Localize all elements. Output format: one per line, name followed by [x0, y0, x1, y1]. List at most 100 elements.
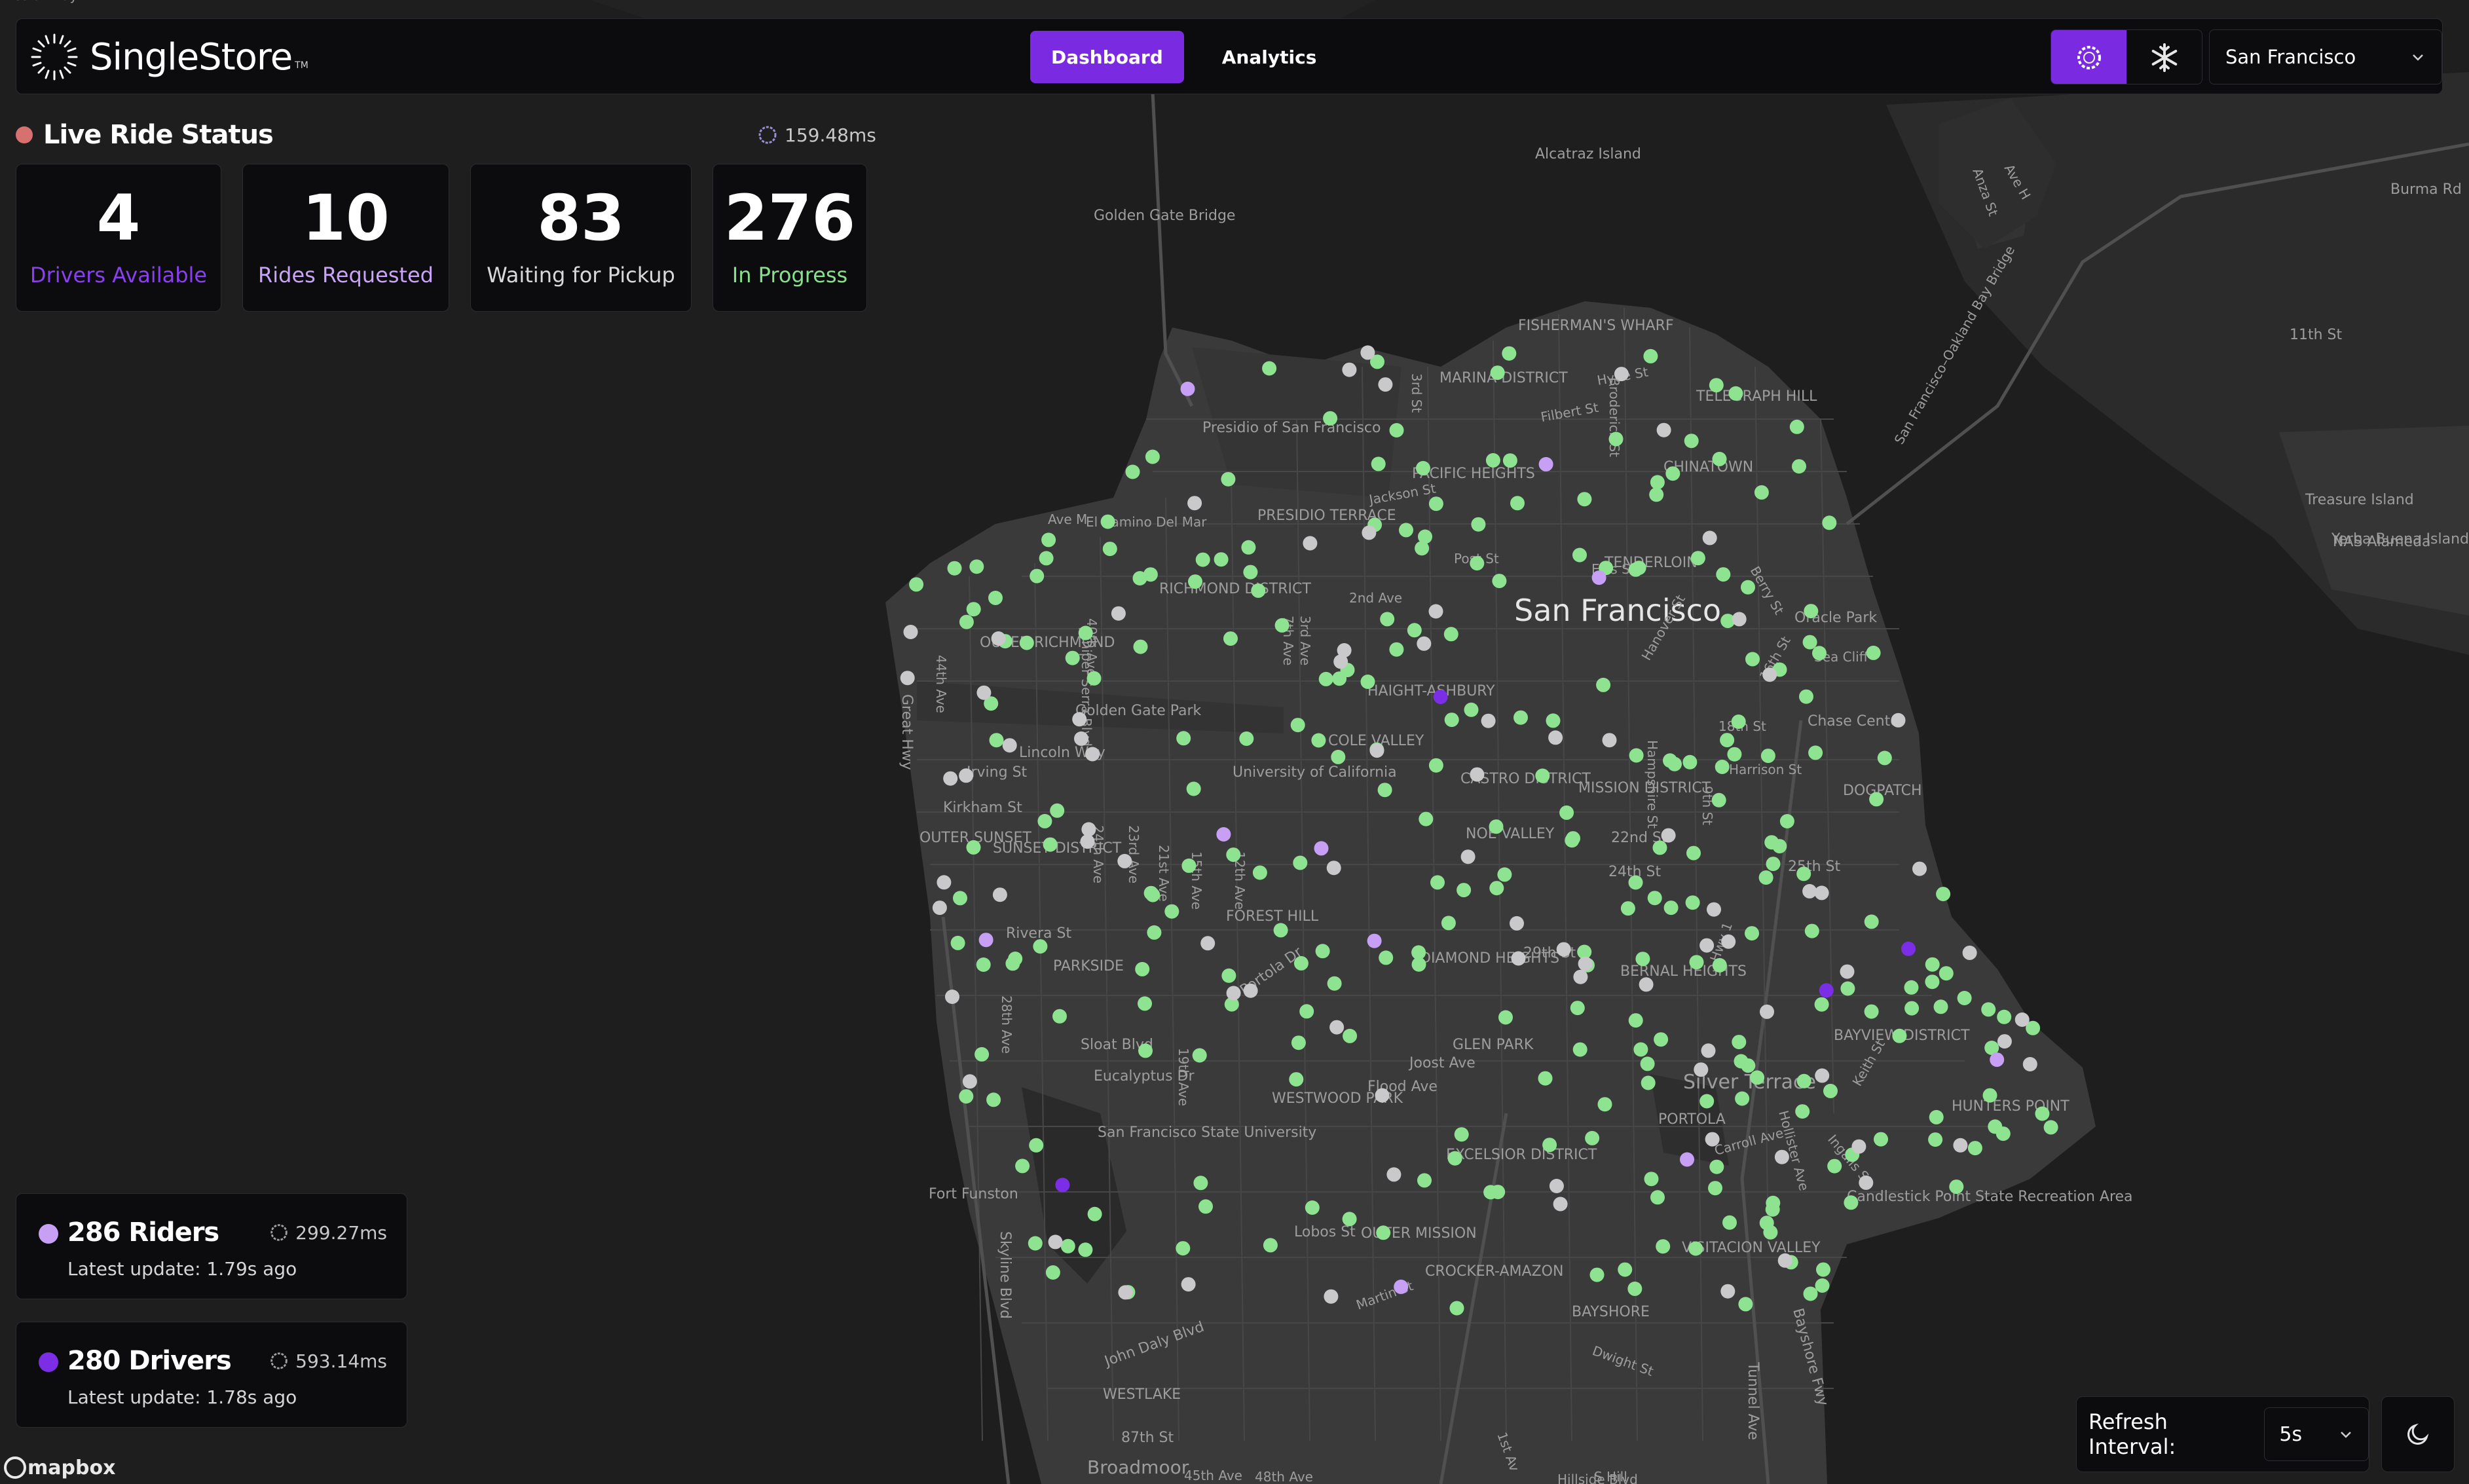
in-progress-marker[interactable] — [1379, 950, 1394, 965]
in-progress-marker[interactable] — [1037, 813, 1052, 828]
in-progress-marker[interactable] — [1226, 847, 1241, 863]
waiting-marker[interactable] — [1085, 747, 1100, 762]
waiting-marker[interactable] — [1701, 1043, 1716, 1058]
waiting-marker[interactable] — [1428, 604, 1443, 619]
in-progress-marker[interactable] — [1293, 855, 1308, 870]
waiting-marker[interactable] — [903, 625, 918, 639]
in-progress-marker[interactable] — [1949, 1179, 1964, 1195]
in-progress-marker[interactable] — [1039, 551, 1054, 566]
in-progress-marker[interactable] — [1060, 1238, 1075, 1253]
in-progress-marker[interactable] — [1078, 625, 1093, 640]
in-progress-marker[interactable] — [1086, 671, 1102, 686]
in-progress-marker[interactable] — [1492, 574, 1507, 589]
in-progress-marker[interactable] — [1498, 1010, 1513, 1025]
driver-marker[interactable] — [1433, 690, 1448, 705]
in-progress-marker[interactable] — [1489, 881, 1504, 896]
rider-marker[interactable] — [1538, 456, 1553, 472]
in-progress-marker[interactable] — [1371, 456, 1386, 472]
waiting-marker[interactable] — [1578, 956, 1593, 971]
in-progress-marker[interactable] — [1546, 713, 1561, 728]
in-progress-marker[interactable] — [1734, 1054, 1749, 1069]
in-progress-marker[interactable] — [1102, 542, 1117, 557]
in-progress-marker[interactable] — [1290, 718, 1305, 733]
waiting-marker[interactable] — [1707, 902, 1721, 917]
in-progress-marker[interactable] — [1735, 1091, 1750, 1106]
in-progress-marker[interactable] — [1939, 966, 1954, 981]
in-progress-marker[interactable] — [1866, 645, 1881, 660]
in-progress-marker[interactable] — [1766, 857, 1781, 872]
in-progress-marker[interactable] — [1502, 453, 1517, 468]
in-progress-marker[interactable] — [1572, 1042, 1587, 1057]
in-progress-marker[interactable] — [1716, 567, 1731, 582]
waiting-marker[interactable] — [1694, 1062, 1709, 1077]
in-progress-marker[interactable] — [1741, 580, 1755, 595]
waiting-marker[interactable] — [2014, 1012, 2030, 1027]
in-progress-marker[interactable] — [1925, 974, 1940, 990]
in-progress-marker[interactable] — [1874, 1132, 1888, 1147]
in-progress-marker[interactable] — [1982, 1088, 1997, 1103]
in-progress-marker[interactable] — [1502, 346, 1517, 361]
in-progress-marker[interactable] — [1444, 713, 1459, 728]
in-progress-marker[interactable] — [1252, 865, 1267, 880]
waiting-marker[interactable] — [1080, 834, 1095, 849]
waiting-marker[interactable] — [1460, 849, 1476, 864]
in-progress-marker[interactable] — [1289, 1072, 1304, 1087]
in-progress-marker[interactable] — [1430, 875, 1445, 890]
waiting-marker[interactable] — [1997, 1034, 2012, 1049]
waiting-marker[interactable] — [962, 1074, 977, 1089]
in-progress-marker[interactable] — [1804, 604, 1819, 619]
in-progress-marker[interactable] — [1864, 914, 1879, 929]
in-progress-marker[interactable] — [1709, 1159, 1724, 1174]
waiting-marker[interactable] — [1721, 934, 1736, 949]
in-progress-marker[interactable] — [1981, 1002, 1996, 1017]
in-progress-marker[interactable] — [1293, 955, 1309, 971]
in-progress-marker[interactable] — [1647, 891, 1662, 906]
in-progress-marker[interactable] — [950, 935, 965, 950]
in-progress-marker[interactable] — [1483, 1185, 1498, 1200]
in-progress-marker[interactable] — [1745, 652, 1760, 667]
waiting-marker[interactable] — [1556, 942, 1571, 957]
waiting-marker[interactable] — [1614, 367, 1629, 382]
in-progress-marker[interactable] — [1628, 875, 1643, 890]
in-progress-marker[interactable] — [1722, 1215, 1737, 1230]
in-progress-marker[interactable] — [1513, 710, 1528, 725]
in-progress-marker[interactable] — [1779, 814, 1794, 828]
in-progress-marker[interactable] — [1399, 523, 1413, 538]
in-progress-marker[interactable] — [1407, 623, 1422, 638]
in-progress-marker[interactable] — [1997, 1009, 2012, 1024]
waiting-marker[interactable] — [900, 671, 915, 686]
in-progress-marker[interactable] — [1243, 565, 1258, 580]
in-progress-marker[interactable] — [1804, 923, 1819, 938]
in-progress-marker[interactable] — [1176, 1241, 1191, 1256]
in-progress-marker[interactable] — [1577, 492, 1592, 507]
in-progress-marker[interactable] — [1360, 675, 1375, 689]
in-progress-marker[interactable] — [1816, 1262, 1830, 1277]
city-select[interactable]: San Francisco — [2209, 29, 2442, 84]
in-progress-marker[interactable] — [1936, 887, 1951, 902]
in-progress-marker[interactable] — [1428, 496, 1443, 511]
in-progress-marker[interactable] — [1214, 552, 1229, 567]
theme-toggle-button[interactable] — [2381, 1396, 2455, 1472]
in-progress-marker[interactable] — [1198, 1199, 1213, 1214]
tab-analytics[interactable]: Analytics — [1201, 31, 1338, 83]
in-progress-marker[interactable] — [1844, 1195, 1859, 1210]
waiting-marker[interactable] — [1329, 1020, 1345, 1035]
in-progress-marker[interactable] — [1380, 612, 1395, 627]
waiting-marker[interactable] — [1840, 964, 1855, 979]
in-progress-marker[interactable] — [975, 1047, 990, 1062]
in-progress-marker[interactable] — [988, 591, 1003, 605]
rider-marker[interactable] — [1216, 827, 1231, 842]
in-progress-marker[interactable] — [1221, 472, 1236, 487]
waiting-marker[interactable] — [1573, 969, 1588, 984]
waiting-marker[interactable] — [1962, 945, 1977, 960]
in-progress-marker[interactable] — [1274, 618, 1290, 633]
in-progress-marker[interactable] — [1489, 819, 1504, 834]
in-progress-marker[interactable] — [1814, 997, 1829, 1012]
in-progress-marker[interactable] — [1143, 885, 1159, 900]
in-progress-marker[interactable] — [1343, 1028, 1358, 1043]
in-progress-marker[interactable] — [1125, 464, 1140, 479]
in-progress-marker[interactable] — [1273, 923, 1288, 938]
in-progress-marker[interactable] — [1822, 515, 1837, 530]
in-progress-marker[interactable] — [1416, 460, 1430, 475]
in-progress-marker[interactable] — [1656, 1239, 1671, 1254]
